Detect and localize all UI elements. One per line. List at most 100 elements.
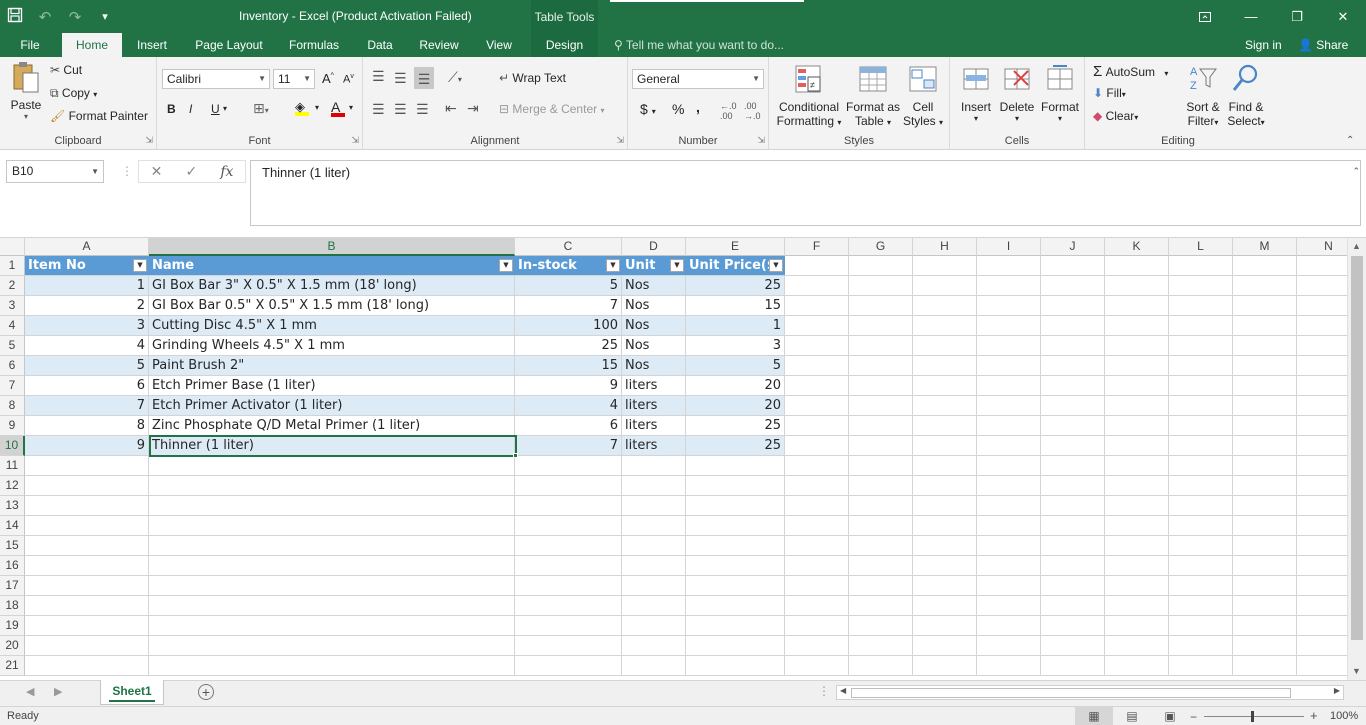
empty-cell[interactable] (849, 636, 913, 656)
bold-button[interactable]: B (167, 102, 176, 116)
zoom-in-icon[interactable]: + (1310, 708, 1318, 723)
top-align-icon[interactable]: ☰ (372, 68, 385, 85)
normal-view-icon[interactable]: ▦ (1075, 707, 1113, 725)
empty-cell[interactable] (1105, 456, 1169, 476)
empty-cell[interactable] (849, 616, 913, 636)
empty-cell[interactable] (977, 656, 1041, 676)
conditional-formatting-button[interactable]: ≠ Conditional Formatting ▾ (773, 63, 845, 128)
close-icon[interactable]: ✕ (1320, 0, 1366, 33)
table-cell-unit[interactable]: liters (622, 436, 686, 456)
empty-cell[interactable] (1233, 296, 1297, 316)
horizontal-scroll-thumb[interactable] (851, 688, 1291, 698)
empty-cell[interactable] (1169, 436, 1233, 456)
row-header-10[interactable]: 10 (0, 436, 25, 456)
empty-cell[interactable] (849, 416, 913, 436)
empty-cell[interactable] (1169, 476, 1233, 496)
empty-cell[interactable] (913, 596, 977, 616)
table-cell-unit[interactable]: Nos (622, 296, 686, 316)
new-sheet-icon[interactable]: + (198, 684, 214, 700)
column-header-m[interactable]: M (1233, 238, 1297, 256)
empty-cell[interactable] (515, 576, 622, 596)
worksheet-grid[interactable]: ABCDEFGHIJKLMN 1 2 3 4 5 6 7 8 9 10 11 12 13 14 15 16 17… (0, 238, 1366, 680)
sheet-tab-sheet1[interactable]: Sheet1 (100, 680, 164, 705)
empty-cell[interactable] (913, 336, 977, 356)
empty-cell[interactable] (977, 296, 1041, 316)
table-cell-in-stock[interactable]: 7 (515, 296, 622, 316)
insert-function-icon[interactable]: fx (220, 164, 233, 180)
empty-cell[interactable] (1041, 396, 1105, 416)
table-cell-unit-price[interactable]: 25 (686, 276, 785, 296)
empty-cell[interactable] (1169, 616, 1233, 636)
table-cell-item-no[interactable]: 1 (25, 276, 149, 296)
fill-button[interactable]: ⬇ Fill▾ (1093, 86, 1126, 100)
empty-cell[interactable] (849, 396, 913, 416)
empty-cell[interactable] (1041, 576, 1105, 596)
orientation-icon[interactable]: ⟋▾ (448, 69, 462, 86)
empty-cell[interactable] (25, 596, 149, 616)
empty-cell[interactable] (149, 656, 515, 676)
row-header-7[interactable]: 7 (0, 376, 25, 396)
row-header-13[interactable]: 13 (0, 496, 25, 516)
table-cell-name[interactable]: Etch Primer Activator (1 liter) (149, 396, 515, 416)
filter-dropdown-icon[interactable]: ▼ (606, 259, 620, 272)
underline-button[interactable]: U (211, 102, 220, 116)
confirm-entry-icon[interactable]: ✓ (185, 163, 197, 180)
empty-cell[interactable] (1105, 256, 1169, 276)
empty-cell[interactable] (622, 476, 686, 496)
empty-cell[interactable] (1233, 536, 1297, 556)
row-header-1[interactable]: 1 (0, 256, 25, 276)
table-cell-in-stock[interactable]: 7 (515, 436, 622, 456)
table-cell-in-stock[interactable]: 5 (515, 276, 622, 296)
column-header-e[interactable]: E (686, 238, 785, 256)
empty-cell[interactable] (1041, 276, 1105, 296)
currency-button[interactable]: $ ▾ (640, 101, 656, 117)
empty-cell[interactable] (515, 556, 622, 576)
empty-cell[interactable] (1233, 636, 1297, 656)
empty-cell[interactable] (1169, 396, 1233, 416)
empty-cell[interactable] (1105, 496, 1169, 516)
empty-cell[interactable] (1169, 256, 1233, 276)
table-cell-unit[interactable]: liters (622, 376, 686, 396)
fill-color-dropdown-icon[interactable]: ▾ (315, 103, 319, 112)
empty-cell[interactable] (977, 536, 1041, 556)
empty-cell[interactable] (25, 516, 149, 536)
undo-icon[interactable]: ↶ (30, 8, 60, 26)
empty-cell[interactable] (1041, 516, 1105, 536)
empty-cell[interactable] (1169, 336, 1233, 356)
table-cell-in-stock[interactable]: 100 (515, 316, 622, 336)
empty-cell[interactable] (515, 456, 622, 476)
table-cell-unit[interactable]: liters (622, 396, 686, 416)
row-header-6[interactable]: 6 (0, 356, 25, 376)
empty-cell[interactable] (785, 616, 849, 636)
empty-cell[interactable] (515, 496, 622, 516)
column-header-j[interactable]: J (1041, 238, 1105, 256)
empty-cell[interactable] (913, 516, 977, 536)
empty-cell[interactable] (1169, 296, 1233, 316)
empty-cell[interactable] (849, 376, 913, 396)
empty-cell[interactable] (515, 656, 622, 676)
empty-cell[interactable] (785, 256, 849, 276)
empty-cell[interactable] (25, 656, 149, 676)
empty-cell[interactable] (149, 476, 515, 496)
row-header-4[interactable]: 4 (0, 316, 25, 336)
empty-cell[interactable] (622, 576, 686, 596)
table-cell-item-no[interactable]: 4 (25, 336, 149, 356)
empty-cell[interactable] (849, 436, 913, 456)
empty-cell[interactable] (785, 316, 849, 336)
empty-cell[interactable] (622, 456, 686, 476)
sign-in-link[interactable]: Sign in (1245, 33, 1282, 57)
formula-input[interactable]: Thinner (1 liter) (250, 160, 1361, 226)
table-cell-in-stock[interactable]: 25 (515, 336, 622, 356)
column-header-l[interactable]: L (1169, 238, 1233, 256)
empty-cell[interactable] (1041, 356, 1105, 376)
format-as-table-button[interactable]: Format as Table ▾ (845, 63, 901, 128)
empty-cell[interactable] (977, 496, 1041, 516)
empty-cell[interactable] (785, 456, 849, 476)
empty-cell[interactable] (785, 576, 849, 596)
empty-cell[interactable] (785, 496, 849, 516)
empty-cell[interactable] (25, 556, 149, 576)
share-button[interactable]: 👤 Share (1298, 33, 1348, 57)
tab-insert[interactable]: Insert (128, 33, 176, 57)
empty-cell[interactable] (785, 436, 849, 456)
font-color-icon[interactable]: A (331, 99, 345, 117)
